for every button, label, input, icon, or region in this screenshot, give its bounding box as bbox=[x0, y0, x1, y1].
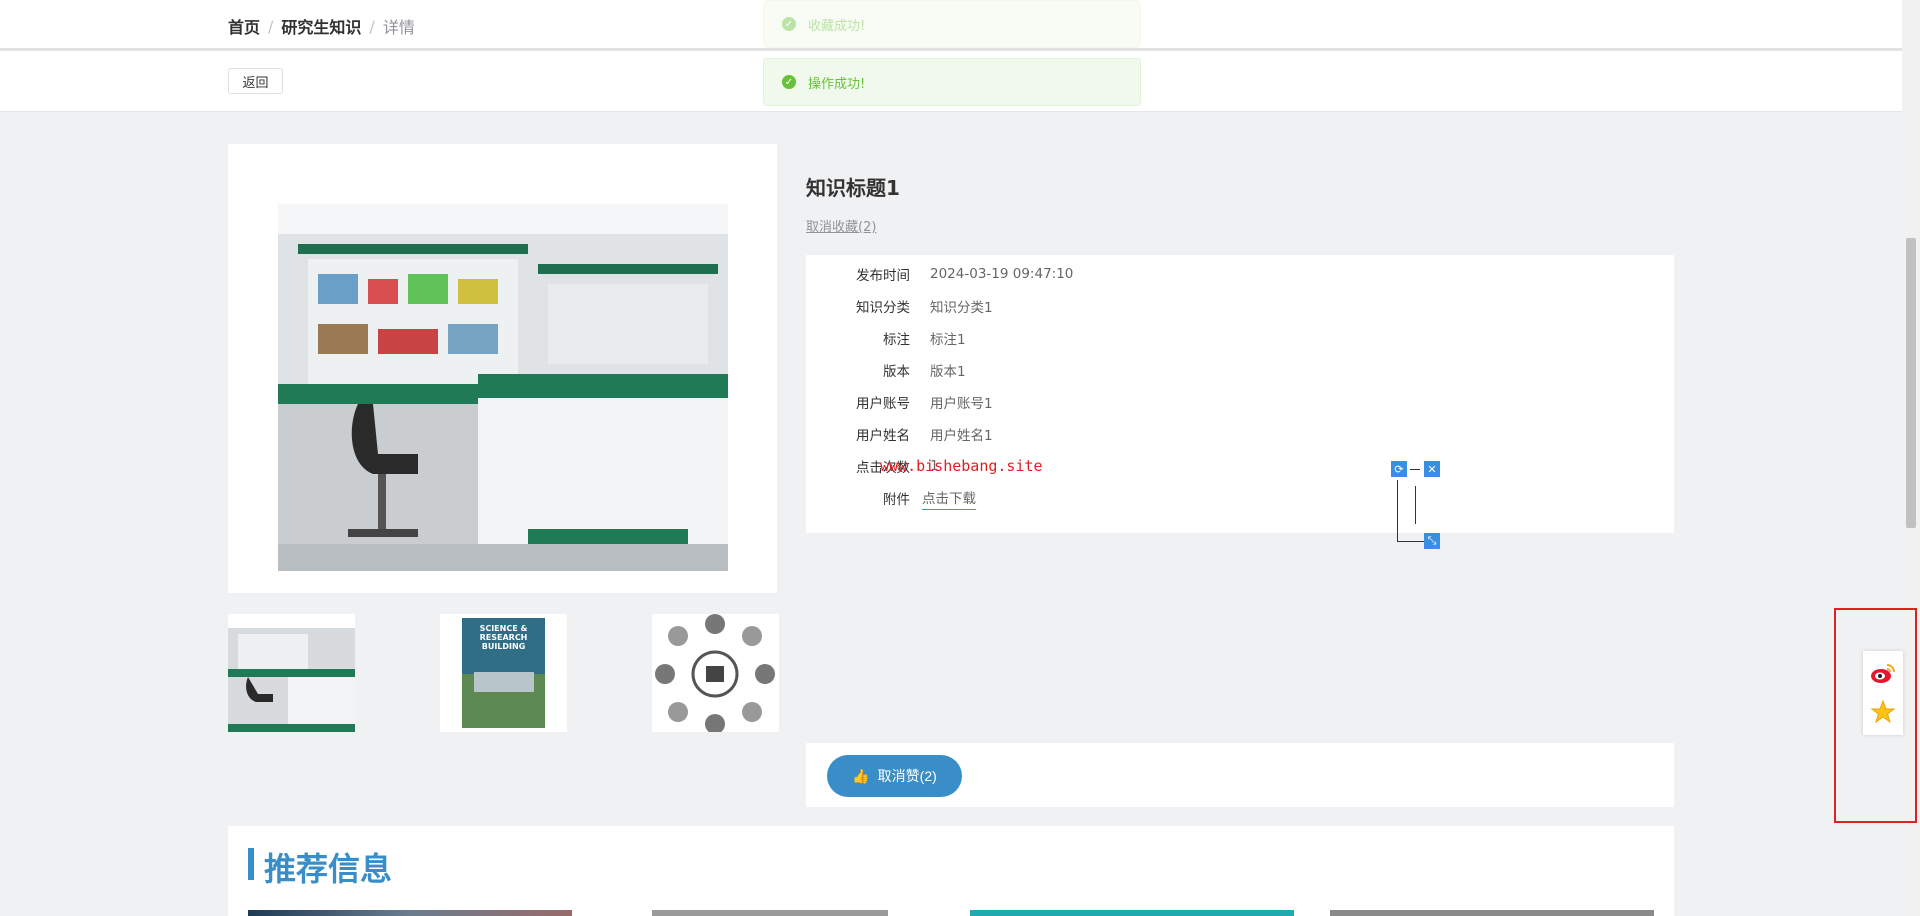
field-value: 用户姓名1 bbox=[930, 428, 993, 444]
field-label: 附件 bbox=[883, 492, 910, 508]
widget-frame-line bbox=[1397, 480, 1398, 542]
field-value: 2024-03-19 09:47:10 bbox=[930, 266, 1074, 282]
knowledge-title: 知识标题1 bbox=[806, 176, 900, 200]
section-accent-bar bbox=[248, 848, 254, 880]
toast-text: 收藏成功! bbox=[808, 18, 866, 34]
watermark-text: www.bishebang.site bbox=[880, 457, 1043, 475]
breadcrumb-separator: / bbox=[268, 16, 274, 36]
field-value: 知识分类1 bbox=[930, 300, 993, 316]
info-row-publish-time: 发布时间 2024-03-19 09:47:10 bbox=[806, 258, 1674, 290]
breadcrumb-current: 详情 bbox=[382, 18, 415, 37]
field-label: 版本 bbox=[883, 364, 910, 380]
scrollbar-thumb[interactable] bbox=[1906, 238, 1916, 528]
back-button[interactable]: 返回 bbox=[228, 68, 283, 94]
refresh-icon[interactable]: ⟳ bbox=[1391, 461, 1407, 477]
book-cover-title: SCIENCE & RESEARCH BUILDING bbox=[479, 624, 528, 651]
qzone-star-icon[interactable] bbox=[1870, 699, 1896, 725]
uncollect-link[interactable]: 取消收藏(2) bbox=[806, 216, 876, 235]
unlike-button[interactable]: 👍 取消赞(2) bbox=[827, 755, 962, 797]
recommend-card-image[interactable] bbox=[652, 910, 888, 916]
info-row-user-account: 用户账号 用户账号1 bbox=[806, 386, 1674, 418]
unlike-button-label: 取消赞(2) bbox=[877, 768, 937, 784]
info-row-category: 知识分类 知识分类1 bbox=[806, 290, 1674, 322]
info-row-user-name: 用户姓名 用户姓名1 bbox=[806, 418, 1674, 450]
check-icon: ✓ bbox=[782, 17, 796, 31]
field-label: 发布时间 bbox=[856, 268, 910, 284]
check-icon: ✓ bbox=[782, 75, 796, 89]
recommend-title: 推荐信息 bbox=[264, 850, 393, 888]
resize-icon[interactable]: ⤡ bbox=[1424, 533, 1440, 549]
thumbnail-science-icons[interactable] bbox=[652, 614, 779, 732]
recommend-card-image[interactable] bbox=[970, 910, 1294, 916]
field-label: 用户账号 bbox=[856, 396, 910, 412]
recommend-card-image[interactable] bbox=[1330, 910, 1654, 916]
info-row-version: 版本 版本1 bbox=[806, 354, 1674, 386]
recommend-card-image[interactable] bbox=[248, 910, 572, 916]
widget-frame-line bbox=[1397, 541, 1424, 542]
thumbnail-lab[interactable] bbox=[228, 614, 355, 732]
close-icon[interactable]: ✕ bbox=[1424, 461, 1440, 477]
weibo-icon[interactable] bbox=[1870, 660, 1896, 686]
info-row-attachment: 附件 点击下载 bbox=[806, 482, 1674, 514]
download-link[interactable]: 点击下载 bbox=[922, 487, 976, 510]
main-image-lab bbox=[278, 204, 728, 571]
field-label: 标注 bbox=[883, 332, 910, 348]
breadcrumb-section[interactable]: 研究生知识 bbox=[281, 14, 361, 38]
widget-dash bbox=[1410, 469, 1420, 470]
toast-text: 操作成功! bbox=[808, 76, 866, 92]
field-value: 标注1 bbox=[930, 332, 966, 348]
text-caret bbox=[1415, 486, 1416, 524]
breadcrumb: 首页 / 研究生知识 / 详情 bbox=[228, 14, 415, 38]
thumbnail-book-cover[interactable]: SCIENCE & RESEARCH BUILDING bbox=[440, 614, 567, 732]
breadcrumb-separator: / bbox=[369, 16, 375, 36]
info-row-annotation: 标注 标注1 bbox=[806, 322, 1674, 354]
breadcrumb-home[interactable]: 首页 bbox=[228, 14, 260, 38]
toast-operation-success: ✓ 操作成功! bbox=[763, 58, 1141, 106]
field-value: 用户账号1 bbox=[930, 396, 993, 412]
recommend-section bbox=[228, 826, 1674, 916]
thumbs-up-icon: 👍 bbox=[852, 767, 870, 784]
toast-collect-success: ✓ 收藏成功! bbox=[763, 0, 1141, 48]
field-value: 版本1 bbox=[930, 364, 966, 380]
field-label: 知识分类 bbox=[856, 300, 910, 316]
field-label: 用户姓名 bbox=[856, 428, 910, 444]
